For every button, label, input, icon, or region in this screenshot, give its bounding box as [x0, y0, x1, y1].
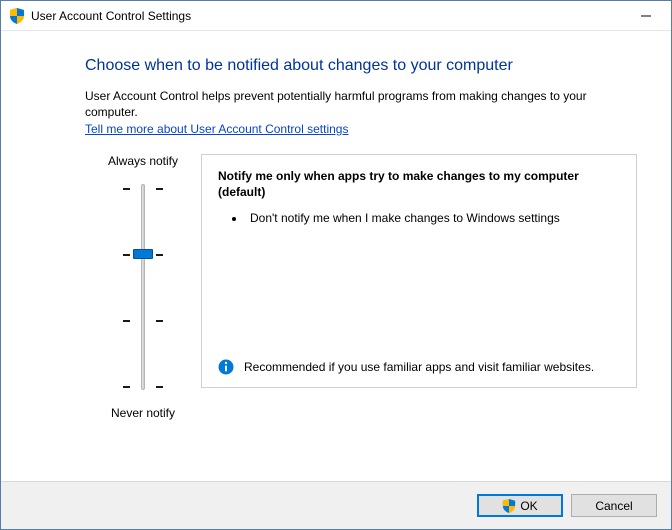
- slider-column: Always notify Never notify: [85, 154, 201, 420]
- cancel-button[interactable]: Cancel: [571, 494, 657, 517]
- info-icon: [218, 359, 234, 375]
- slider-thumb[interactable]: [133, 249, 153, 259]
- recommendation-row: Recommended if you use familiar apps and…: [218, 359, 620, 375]
- recommendation-text: Recommended if you use familiar apps and…: [244, 359, 594, 375]
- slider-track: [141, 184, 145, 390]
- detail-bullets: Don't notify me when I make changes to W…: [218, 210, 620, 226]
- uac-shield-icon: [502, 499, 516, 513]
- help-link[interactable]: Tell me more about User Account Control …: [85, 122, 348, 136]
- ok-button[interactable]: OK: [477, 494, 563, 517]
- uac-settings-window: User Account Control Settings Choose whe…: [0, 0, 672, 530]
- cancel-button-label: Cancel: [595, 499, 632, 513]
- page-description: User Account Control helps prevent poten…: [85, 89, 637, 120]
- dialog-footer: OK Cancel: [1, 481, 671, 529]
- slider-tick: [123, 386, 130, 388]
- uac-shield-icon: [9, 8, 25, 24]
- titlebar: User Account Control Settings: [1, 1, 671, 31]
- slider-tick: [156, 386, 163, 388]
- notification-level-slider[interactable]: [113, 178, 173, 396]
- slider-tick: [123, 254, 130, 256]
- slider-bottom-label: Never notify: [111, 406, 175, 420]
- slider-top-label: Always notify: [108, 154, 178, 168]
- content-area: Choose when to be notified about changes…: [1, 31, 671, 481]
- slider-tick: [156, 254, 163, 256]
- slider-tick: [156, 320, 163, 322]
- ok-button-label: OK: [520, 499, 537, 513]
- detail-bullet-item: Don't notify me when I make changes to W…: [246, 210, 620, 226]
- window-title: User Account Control Settings: [31, 9, 191, 23]
- slider-tick: [123, 188, 130, 190]
- slider-tick: [156, 188, 163, 190]
- detail-title: Notify me only when apps try to make cha…: [218, 169, 620, 200]
- page-heading: Choose when to be notified about changes…: [85, 57, 637, 75]
- minimize-button[interactable]: [623, 1, 669, 31]
- slider-tick: [123, 320, 130, 322]
- detail-panel: Notify me only when apps try to make cha…: [201, 154, 637, 388]
- settings-body: Always notify Never notify Not: [85, 154, 637, 420]
